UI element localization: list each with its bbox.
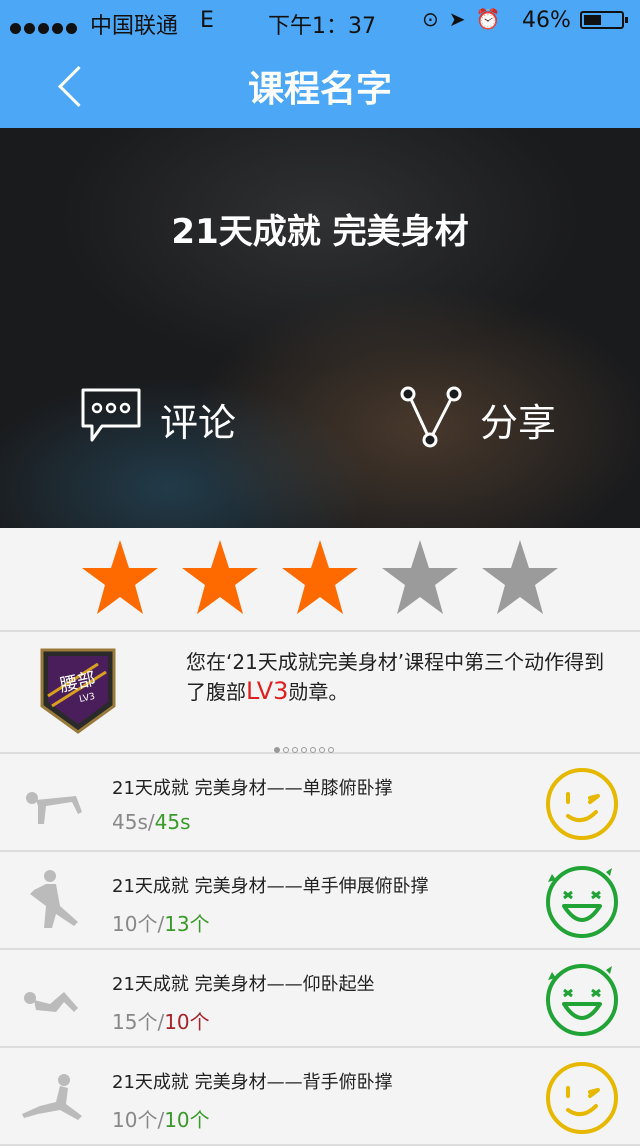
exercise-row[interactable]: 21天成就 完美身材——背手俯卧撑 10个/10个 (0, 1048, 640, 1146)
wink-face-icon (546, 1062, 618, 1134)
waist-badge-icon: 腰部 LV3 (40, 648, 116, 734)
page-dot[interactable] (319, 747, 325, 753)
exercise-name: 21天成就 完美身材——单膝俯卧撑 (112, 778, 393, 799)
exercise-target: 45s (154, 810, 191, 834)
course-title: 21天成就 完美身材 (171, 212, 469, 252)
exercise-figure-icon (30, 870, 78, 928)
navigation-bar: 课程名字 (0, 40, 640, 128)
badge-message: 您在‘21天成就完美身材’课程中第三个动作得到了腹部LV3勋章。 (186, 648, 606, 707)
badge-achievement[interactable]: 腰部 LV3 您在‘21天成就完美身材’课程中第三个动作得到了腹部LV3勋章。 (0, 632, 640, 754)
exercise-figure-icon (24, 992, 78, 1012)
battery-icon (580, 11, 628, 29)
status-icons: ⊙➤⏰ (422, 7, 510, 31)
exercise-row[interactable]: 21天成就 完美身材——仰卧起坐 15个/10个 (0, 950, 640, 1048)
laughing-face-icon (546, 964, 618, 1036)
course-hero: 21天成就 完美身材 评论 分享 (0, 128, 640, 528)
exercise-done: 10个 (112, 912, 158, 936)
page-dot[interactable] (328, 747, 334, 753)
badge-message-suffix: 勋章。 (288, 680, 349, 704)
exercise-name: 21天成就 完美身材——单手伸展俯卧撑 (112, 876, 429, 897)
comment-bubble-icon (81, 388, 141, 442)
exercise-figure-icon (26, 792, 82, 824)
battery-percent: 46% (522, 8, 571, 33)
share-label: 分享 (480, 401, 557, 445)
signal-strength-icon (10, 15, 80, 40)
carrier-name: 中国联通 (90, 14, 179, 39)
star-empty-icon[interactable] (380, 538, 460, 618)
exercise-progress: 10个/10个 (112, 1104, 210, 1133)
wink-face-icon (546, 768, 618, 840)
share-nodes-icon (400, 386, 462, 448)
exercise-target: 13个 (164, 912, 210, 936)
page-dot[interactable] (310, 747, 316, 753)
alarm-icon: ⏰ (475, 7, 511, 31)
page-dot[interactable] (292, 747, 298, 753)
exercise-row[interactable]: 21天成就 完美身材——单膝俯卧撑 45s/45s (0, 754, 640, 852)
exercise-done: 45s (112, 810, 148, 834)
exercise-name: 21天成就 完美身材——仰卧起坐 (112, 974, 375, 995)
exercise-target: 10个 (164, 1108, 210, 1132)
exercise-figure-icon (22, 1074, 82, 1120)
comment-label: 评论 (160, 401, 237, 445)
page-dot[interactable] (283, 747, 289, 753)
star-filled-icon[interactable] (180, 538, 260, 618)
laughing-face-icon (546, 866, 618, 938)
lock-rotation-icon: ⊙ (422, 7, 449, 31)
exercise-target: 10个 (164, 1010, 210, 1034)
network-type: E (200, 8, 214, 33)
exercise-done: 15个 (112, 1010, 158, 1034)
star-rating (0, 528, 640, 632)
page-title: 课程名字 (247, 69, 392, 110)
badge-message-level: LV3 (246, 677, 289, 705)
progress-separator: / (147, 810, 155, 834)
exercise-progress: 15个/10个 (112, 1006, 210, 1035)
page-dot[interactable] (274, 747, 280, 753)
exercise-row[interactable]: 21天成就 完美身材——单手伸展俯卧撑 10个/13个 (0, 852, 640, 950)
star-filled-icon[interactable] (280, 538, 360, 618)
status-time: 下午1：37 (268, 14, 376, 39)
star-filled-icon[interactable] (80, 538, 160, 618)
exercise-progress: 45s/45s (112, 810, 191, 834)
exercise-progress: 10个/13个 (112, 908, 210, 937)
exercise-name: 21天成就 完美身材——背手俯卧撑 (112, 1072, 393, 1093)
status-bar: 中国联通 E 下午1：37 ⊙➤⏰ 46% (0, 0, 640, 40)
star-empty-icon[interactable] (480, 538, 560, 618)
location-arrow-icon: ➤ (448, 7, 476, 31)
page-dot[interactable] (301, 747, 307, 753)
exercise-done: 10个 (112, 1108, 158, 1132)
